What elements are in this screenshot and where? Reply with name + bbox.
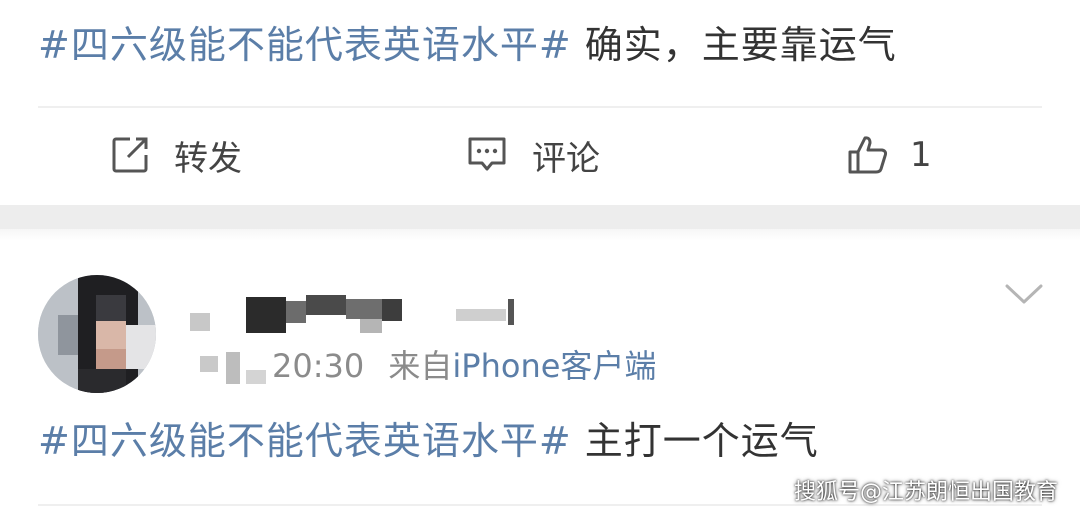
hashtag-link[interactable]: #四六级能不能代表英语水平# bbox=[38, 419, 572, 463]
redaction-block bbox=[508, 299, 514, 325]
avatar[interactable] bbox=[38, 275, 156, 393]
redaction-block bbox=[200, 356, 218, 372]
source-prefix: 来自 bbox=[388, 347, 453, 385]
redaction-block bbox=[456, 309, 506, 321]
redaction-block bbox=[246, 370, 266, 384]
weibo-feed: #四六级能不能代表英语水平# 确实，主要靠运气 转发 评论 1 20:30 来自… bbox=[0, 0, 1080, 516]
redaction-block bbox=[306, 295, 346, 315]
post-text: #四六级能不能代表英语水平# 主打一个运气 bbox=[38, 418, 819, 464]
comment-label: 评论 bbox=[532, 138, 600, 179]
avatar-pixel bbox=[96, 321, 126, 349]
avatar-pixel bbox=[126, 325, 156, 369]
avatar-pixel bbox=[78, 369, 126, 393]
hashtag-link[interactable]: #四六级能不能代表英语水平# bbox=[38, 23, 572, 67]
post-meta: 20:30 来自iPhone客户端 bbox=[190, 344, 656, 388]
comment-button[interactable]: 评论 bbox=[466, 130, 600, 180]
redaction-block bbox=[360, 319, 382, 333]
action-bar: 转发 评论 1 bbox=[0, 120, 1080, 190]
redaction-block bbox=[286, 301, 306, 323]
repost-label: 转发 bbox=[174, 138, 242, 179]
post-text: #四六级能不能代表英语水平# 确实，主要靠运气 bbox=[38, 22, 897, 68]
post-body: 确实，主要靠运气 bbox=[584, 23, 897, 67]
post-separator bbox=[0, 205, 1080, 229]
thumbs-up-icon bbox=[846, 134, 890, 176]
like-count: 1 bbox=[910, 135, 932, 175]
date-redacted bbox=[190, 348, 272, 388]
share-edit-icon bbox=[110, 135, 150, 175]
post-time: 20:30 bbox=[272, 347, 365, 385]
redaction-block bbox=[226, 352, 240, 384]
avatar-pixel bbox=[58, 315, 78, 355]
username-redacted[interactable] bbox=[190, 295, 530, 335]
divider bbox=[38, 106, 1042, 108]
chevron-down-icon[interactable] bbox=[1004, 282, 1044, 308]
redaction-block bbox=[246, 297, 286, 333]
redaction-block bbox=[190, 313, 210, 331]
source-link[interactable]: iPhone客户端 bbox=[452, 347, 656, 385]
post-body: 主打一个运气 bbox=[584, 419, 819, 463]
avatar-pixel bbox=[96, 295, 126, 321]
comment-icon bbox=[466, 135, 508, 175]
repost-button[interactable]: 转发 bbox=[110, 130, 242, 180]
redaction-block bbox=[382, 299, 402, 321]
post-separator-fade bbox=[0, 229, 1080, 241]
watermark: 搜狐号@江苏朗恒出国教育 bbox=[793, 480, 1058, 505]
like-button[interactable]: 1 bbox=[846, 130, 932, 180]
redaction-block bbox=[346, 299, 382, 319]
